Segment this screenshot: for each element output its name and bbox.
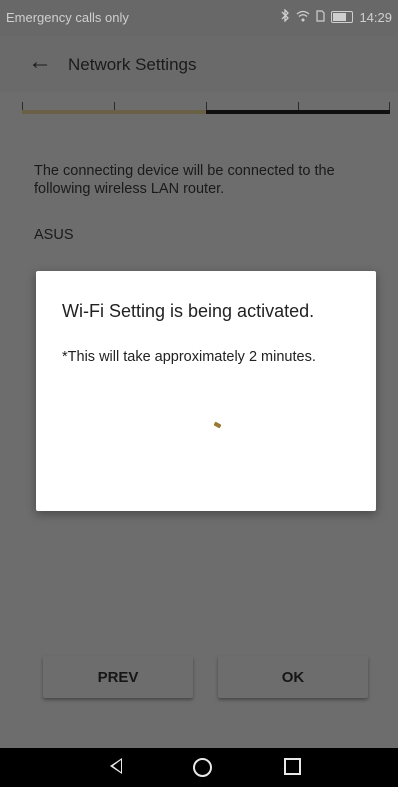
recent-square-icon[interactable] [284,758,301,776]
progress-fill [22,110,206,114]
loading-spinner-icon [213,421,222,429]
back-triangle-icon[interactable] [110,758,122,776]
progress-tick [114,102,115,110]
clock: 14:29 [359,9,392,25]
status-bar: Emergency calls only 14:29 [0,0,398,36]
connection-description: The connecting device will be connected … [34,163,335,197]
battery-icon [331,11,354,23]
progress-tick [206,102,207,110]
prev-button[interactable]: PREV [43,656,193,698]
home-circle-icon[interactable] [193,758,212,777]
activation-dialog: Wi-Fi Setting is being activated. *This … [36,271,376,511]
dialog-note: *This will take approximately 2 minutes. [62,349,316,365]
page-title: Network Settings [68,55,197,74]
back-arrow-icon[interactable]: ← [28,50,52,74]
wifi-icon [296,10,310,25]
progress-tick [298,102,299,110]
status-icons: 14:29 [280,8,392,25]
dialog-heading: Wi-Fi Setting is being activated. [62,301,315,321]
app-bar: ← Network Settings [0,36,398,92]
setup-progress-bar [22,100,390,116]
ok-button[interactable]: OK [218,656,368,698]
carrier-text: Emergency calls only [6,10,129,25]
router-name: ASUS [34,227,74,243]
system-nav-bar [0,748,398,787]
progress-tick [22,102,23,110]
progress-tick [389,102,390,110]
bluetooth-icon [280,8,290,25]
sim-icon [316,9,326,25]
